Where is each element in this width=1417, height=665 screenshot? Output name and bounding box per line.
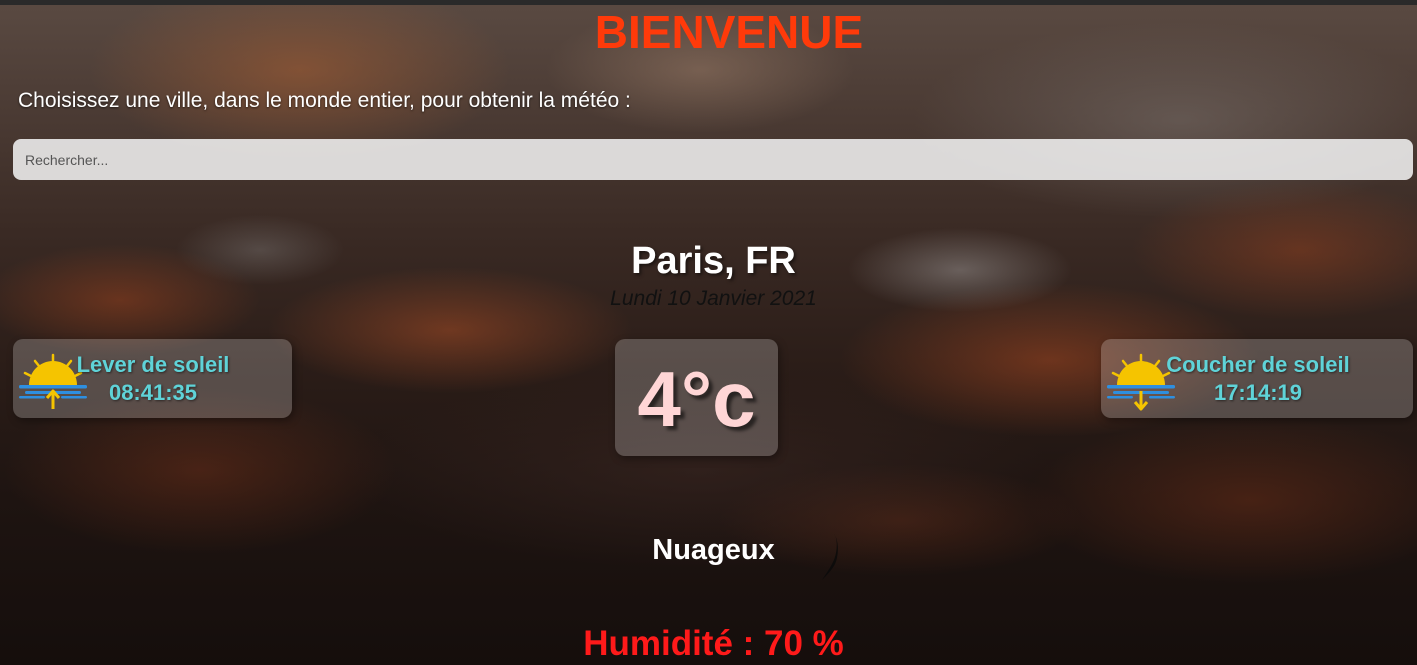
current-date: Lundi 10 Janvier 2021 — [610, 287, 817, 310]
search-prompt: Choisissez une ville, dans le monde enti… — [18, 89, 631, 112]
cloud-icon — [822, 534, 838, 580]
weather-condition: Nuageux — [652, 534, 775, 566]
city-name: Paris, FR — [631, 240, 796, 282]
page-title: BIENVENUE — [594, 6, 864, 58]
sunrise-card: Lever de soleil 08:41:35 — [13, 339, 292, 418]
search-input[interactable] — [13, 139, 1413, 180]
sunrise-info: Lever de soleil 08:41:35 — [69, 351, 237, 407]
temperature-value: 4°c — [637, 355, 756, 443]
sunset-time: 17:14:19 — [1213, 380, 1303, 405]
weather-app: BIENVENUE Choisissez une ville, dans le … — [0, 0, 1417, 665]
sunrise-label: Lever de soleil — [76, 352, 230, 377]
temperature-card: 4°c — [615, 339, 778, 456]
sunset-label: Coucher de soleil — [1166, 352, 1350, 377]
humidity-value: Humidité : 70 % — [583, 624, 844, 663]
sunrise-time: 08:41:35 — [108, 380, 198, 405]
sunset-card: Coucher de soleil 17:14:19 — [1101, 339, 1413, 418]
sunset-info: Coucher de soleil 17:14:19 — [1155, 351, 1361, 407]
